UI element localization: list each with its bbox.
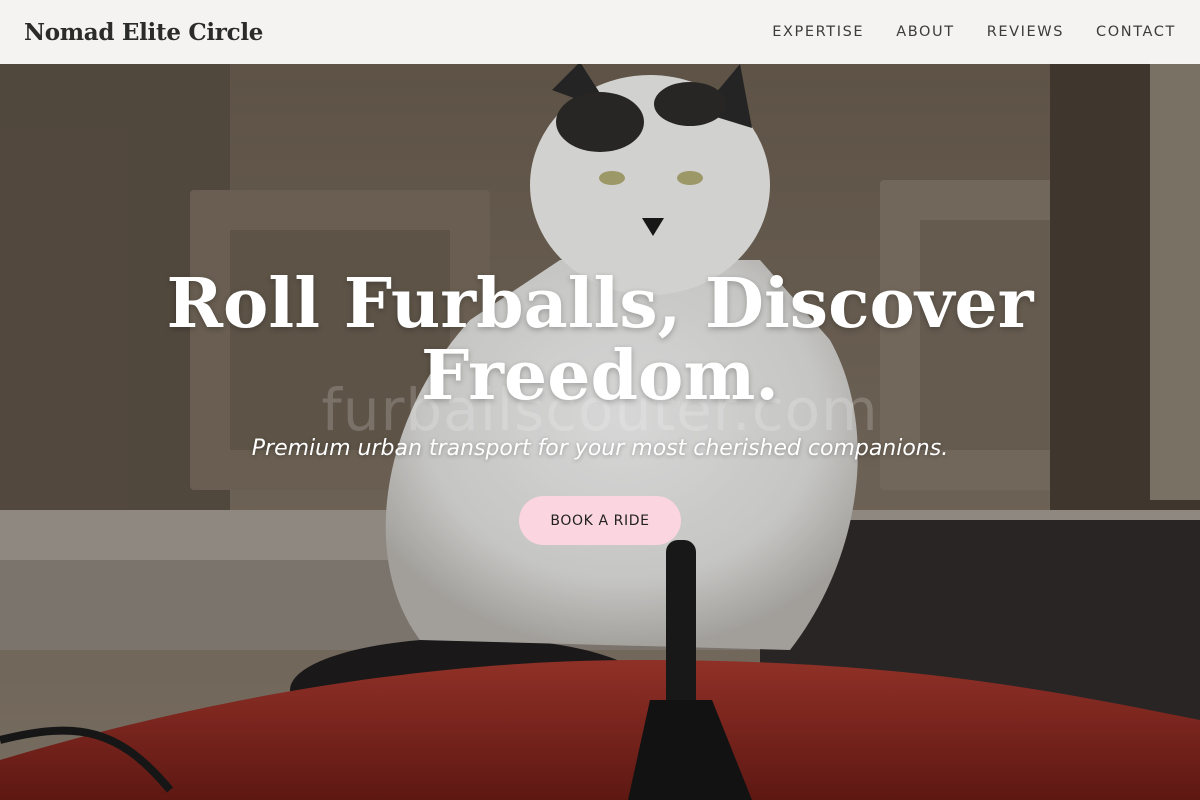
hero-subtitle: Premium urban transport for your most ch… <box>251 436 949 461</box>
hero-headline: Roll Furballs, Discover Freedom. <box>166 264 1034 416</box>
hero-section: furballscouter.com Roll Furballs, Discov… <box>0 0 1200 800</box>
nav-link-about[interactable]: ABOUT <box>896 24 955 40</box>
nav-link-expertise[interactable]: EXPERTISE <box>772 24 864 40</box>
nav-link-reviews[interactable]: REVIEWS <box>987 24 1064 40</box>
brand-logo-text[interactable]: Nomad Elite Circle <box>24 19 263 46</box>
main-nav: EXPERTISE ABOUT REVIEWS CONTACT <box>740 24 1176 40</box>
site-header: Nomad Elite Circle EXPERTISE ABOUT REVIE… <box>0 0 1200 64</box>
book-a-ride-button[interactable]: BOOK A RIDE <box>519 496 681 545</box>
nav-link-contact[interactable]: CONTACT <box>1096 24 1176 40</box>
